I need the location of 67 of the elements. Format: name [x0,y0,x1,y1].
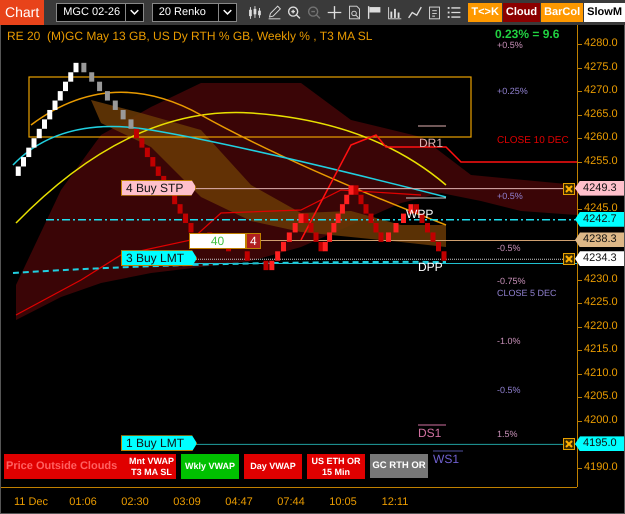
level-label: +0.25% [497,87,528,96]
bar-chart-icon[interactable] [385,4,404,21]
level-label: -1.0% [497,337,521,346]
indicator-label: T3 MA SL [130,466,173,477]
price-axis-label: 4280.0 [584,38,618,49]
time-axis-label: 11 Dec [12,495,50,510]
indicator-note: Price Outside Clouds [6,460,118,473]
price-tag: 4242.7 [575,212,624,227]
indicator-label: GC RTH OR [372,460,426,472]
close-icon[interactable] [563,182,575,195]
price-axis-label: 4190.0 [584,462,618,473]
pivot-line [418,424,446,426]
level-label: CLOSE 10 DEC [497,136,569,146]
indicator-label: US ETH OR 15 Min [310,456,362,477]
chart-tab[interactable]: Chart [0,0,44,25]
indicator-label: Wkly VWAP [184,461,236,472]
time-axis-label: 03:09 [172,495,202,510]
indicator-label: Day VWAP [249,461,297,472]
level-label: +0.5% [497,192,523,201]
order-label[interactable]: 3 Buy LMT [121,250,198,266]
indicator-label: Mnt VWAP [129,456,174,466]
line-chart-icon[interactable] [405,4,424,21]
time-axis-label: 01:06 [68,495,98,510]
order-label[interactable]: 4 Buy STP [121,180,196,196]
level-label: -0.75% [497,277,526,286]
crosshair-icon[interactable] [325,4,344,21]
period-dropdown[interactable]: 20 Renko [152,3,238,22]
level-label: 1.5% [497,430,518,439]
price-tag: 4238.3 [575,232,624,248]
pivot-line [432,450,464,452]
order-count-badge: 4 [246,233,261,249]
price-axis-label: 4215.0 [584,344,618,356]
level-label: -0.5% [497,244,521,253]
close-icon[interactable] [563,438,575,450]
time-axis-label: 04:47 [224,495,254,510]
price-axis-label: 4225.0 [584,297,618,308]
price-axis-label: 4210.0 [584,368,618,379]
chart-title: RE 20 (M)GC May 13 GB, US Dy RTH % GB, Weekly % , T3 MA SL [7,30,372,42]
time-axis-label: 07:44 [276,495,306,510]
instrument-dropdown[interactable]: MGC 02-26 [56,3,144,22]
price-tag: 4195.0 [575,436,624,452]
change-readout: 0.23% = 9.6 [495,28,560,40]
price-axis-label: 4265.0 [584,108,618,120]
price-axis-label: 4200.0 [584,414,618,426]
level-label: CLOSE 5 DEC [497,289,557,298]
order-label[interactable]: 1 Buy LMT [121,435,198,452]
pivot-label: DS1 [418,427,442,439]
price-tag: 4249.3 [575,180,624,196]
price-axis-label: 4275.0 [584,62,618,73]
level-label: +0.5% [497,41,523,50]
price-axis-label: 4255.0 [584,156,618,167]
price-axis-label: 4220.0 [584,320,618,332]
price-axis-label: 4270.0 [584,85,618,96]
pivot-label: WS1 [433,453,460,465]
price-axis-label: 4245.0 [584,202,618,214]
price-axis-label: 4230.0 [584,274,618,285]
time-axis-label: 02:30 [120,495,150,510]
level-label: -0.5% [497,386,521,395]
close-icon[interactable] [563,253,575,266]
toolbar-toggle-button[interactable]: Cloud [502,3,540,22]
price-axis-label: 4260.0 [584,132,618,144]
toolbar-toggle-button[interactable]: SlowM [584,3,625,22]
price-axis-label: 4205.0 [584,391,618,402]
time-axis-label: 10:05 [328,495,358,510]
pivot-label: DPP [418,261,443,273]
price-tag: 4234.3 [575,251,624,266]
time-axis-label: 12:11 [380,495,410,510]
